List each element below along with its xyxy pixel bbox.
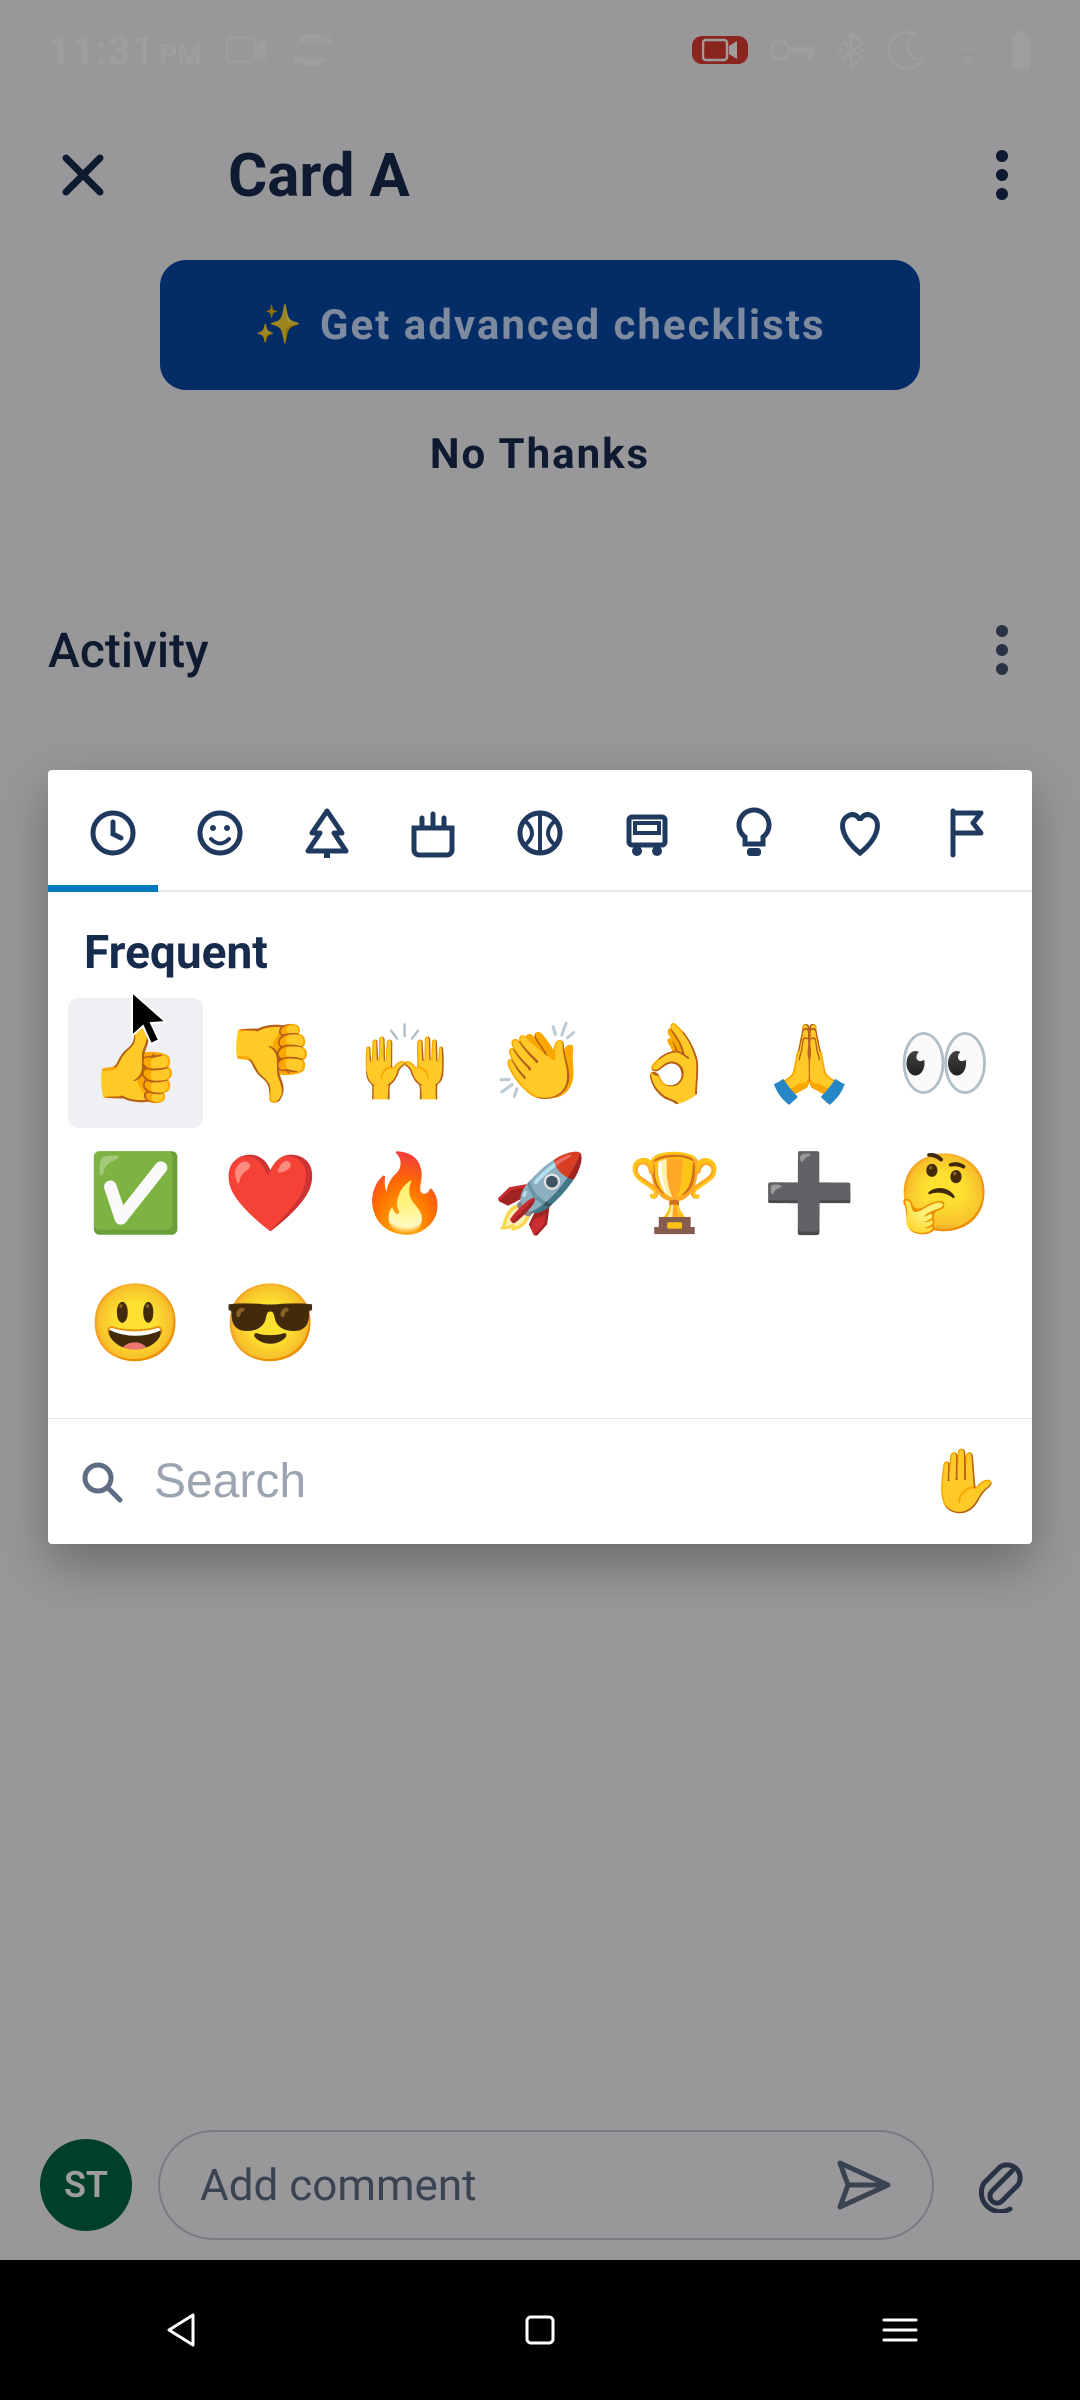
vpn-key-icon bbox=[770, 38, 816, 62]
tab-food[interactable] bbox=[398, 798, 468, 868]
heart-icon bbox=[834, 809, 886, 857]
emoji-grin[interactable]: 😃 bbox=[68, 1258, 203, 1388]
wifi-icon bbox=[948, 35, 988, 65]
food-icon bbox=[406, 808, 460, 858]
user-avatar[interactable]: ST bbox=[40, 2139, 132, 2231]
ball-icon bbox=[515, 808, 565, 858]
emoji-raised-hands[interactable]: 🙌 bbox=[338, 998, 473, 1128]
emoji-heart[interactable]: ❤️ bbox=[203, 1128, 338, 1258]
system-nav-bar bbox=[0, 2260, 1080, 2400]
emoji-plus[interactable]: ➕ bbox=[742, 1128, 877, 1258]
mouse-cursor-icon bbox=[128, 990, 172, 1050]
close-icon bbox=[58, 150, 108, 200]
clock-icon bbox=[88, 808, 138, 858]
send-button[interactable] bbox=[836, 2159, 892, 2211]
status-bar: 11:31PM bbox=[0, 0, 1080, 100]
clock-text: 11:31 bbox=[48, 27, 155, 74]
menu-recents-icon bbox=[882, 2316, 918, 2344]
activity-label: Activity bbox=[48, 622, 209, 679]
comment-placeholder: Add comment bbox=[200, 2159, 477, 2211]
car-icon bbox=[621, 807, 673, 859]
card-title: Card A bbox=[228, 140, 410, 211]
close-button[interactable] bbox=[48, 140, 118, 210]
emoji-fire[interactable]: 🔥 bbox=[338, 1128, 473, 1258]
more-options-button[interactable] bbox=[972, 145, 1032, 205]
more-vertical-icon bbox=[996, 625, 1008, 675]
comment-bar: ST Add comment bbox=[0, 2110, 1080, 2260]
promo-label: Get advanced checklists bbox=[320, 301, 826, 350]
flag-icon bbox=[945, 807, 989, 859]
emoji-eyes[interactable]: 👀 bbox=[877, 998, 1012, 1128]
tab-travel[interactable] bbox=[612, 798, 682, 868]
dnd-moon-icon bbox=[886, 30, 926, 70]
battery-icon bbox=[1010, 31, 1032, 69]
status-time: 11:31PM bbox=[48, 27, 202, 74]
emoji-pray[interactable]: 🙏 bbox=[742, 998, 877, 1128]
emoji-ok-hand[interactable]: 👌 bbox=[607, 998, 742, 1128]
tree-icon bbox=[302, 807, 352, 859]
emoji-thinking[interactable]: 🤔 bbox=[877, 1128, 1012, 1258]
screen-record-icon bbox=[692, 36, 748, 64]
sync-icon bbox=[292, 33, 332, 67]
tab-objects[interactable] bbox=[719, 798, 789, 868]
more-vertical-icon bbox=[996, 150, 1008, 200]
emoji-sunglasses[interactable]: 😎 bbox=[203, 1258, 338, 1388]
triangle-back-icon bbox=[163, 2311, 197, 2349]
no-thanks-button[interactable]: No Thanks bbox=[0, 430, 1080, 479]
bulb-icon bbox=[733, 806, 775, 860]
send-icon bbox=[836, 2159, 892, 2211]
square-home-icon bbox=[523, 2313, 557, 2347]
emoji-rocket[interactable]: 🚀 bbox=[473, 1128, 608, 1258]
emoji-search-row: ✋ bbox=[48, 1418, 1032, 1544]
tab-flags[interactable] bbox=[932, 798, 1002, 868]
emoji-section-title: Frequent bbox=[48, 892, 1032, 998]
clock-ampm: PM bbox=[159, 38, 201, 71]
paperclip-icon bbox=[974, 2157, 1026, 2213]
nav-back-button[interactable] bbox=[130, 2300, 230, 2360]
tab-symbols[interactable] bbox=[825, 798, 895, 868]
smiley-icon bbox=[195, 808, 245, 858]
comment-input[interactable]: Add comment bbox=[158, 2130, 934, 2240]
video-icon bbox=[226, 35, 268, 65]
emoji-clap[interactable]: 👏 bbox=[473, 998, 608, 1128]
status-left: 11:31PM bbox=[48, 27, 332, 74]
attach-button[interactable] bbox=[960, 2145, 1040, 2225]
emoji-trophy[interactable]: 🏆 bbox=[607, 1128, 742, 1258]
tab-nature[interactable] bbox=[292, 798, 362, 868]
emoji-grid: 👍 👎 🙌 👏 👌 🙏 👀 ✅ ❤️ 🔥 🚀 🏆 ➕ 🤔 😃 😎 bbox=[48, 998, 1032, 1418]
status-right bbox=[692, 30, 1032, 70]
app-bar: Card A bbox=[0, 110, 1080, 240]
search-icon bbox=[78, 1458, 126, 1506]
tab-recent[interactable] bbox=[78, 798, 148, 868]
emoji-search-input[interactable] bbox=[154, 1454, 897, 1509]
emoji-thumbs-down[interactable]: 👎 bbox=[203, 998, 338, 1128]
bluetooth-icon bbox=[838, 31, 864, 69]
emoji-category-tabs bbox=[48, 770, 1032, 892]
nav-home-button[interactable] bbox=[490, 2300, 590, 2360]
activity-header: Activity bbox=[0, 620, 1080, 680]
active-tab-indicator bbox=[48, 885, 158, 892]
activity-more-button[interactable] bbox=[972, 620, 1032, 680]
skin-tone-button[interactable]: ✋ bbox=[925, 1445, 1002, 1518]
tab-smileys[interactable] bbox=[185, 798, 255, 868]
emoji-picker: Frequent 👍 👎 🙌 👏 👌 🙏 👀 ✅ ❤️ 🔥 🚀 🏆 ➕ 🤔 😃 … bbox=[48, 770, 1032, 1544]
nav-recents-button[interactable] bbox=[850, 2300, 950, 2360]
emoji-check[interactable]: ✅ bbox=[68, 1128, 203, 1258]
premium-checklists-button[interactable]: ✨ Get advanced checklists bbox=[160, 260, 920, 390]
tab-activities[interactable] bbox=[505, 798, 575, 868]
sparkle-icon: ✨ bbox=[254, 303, 301, 347]
